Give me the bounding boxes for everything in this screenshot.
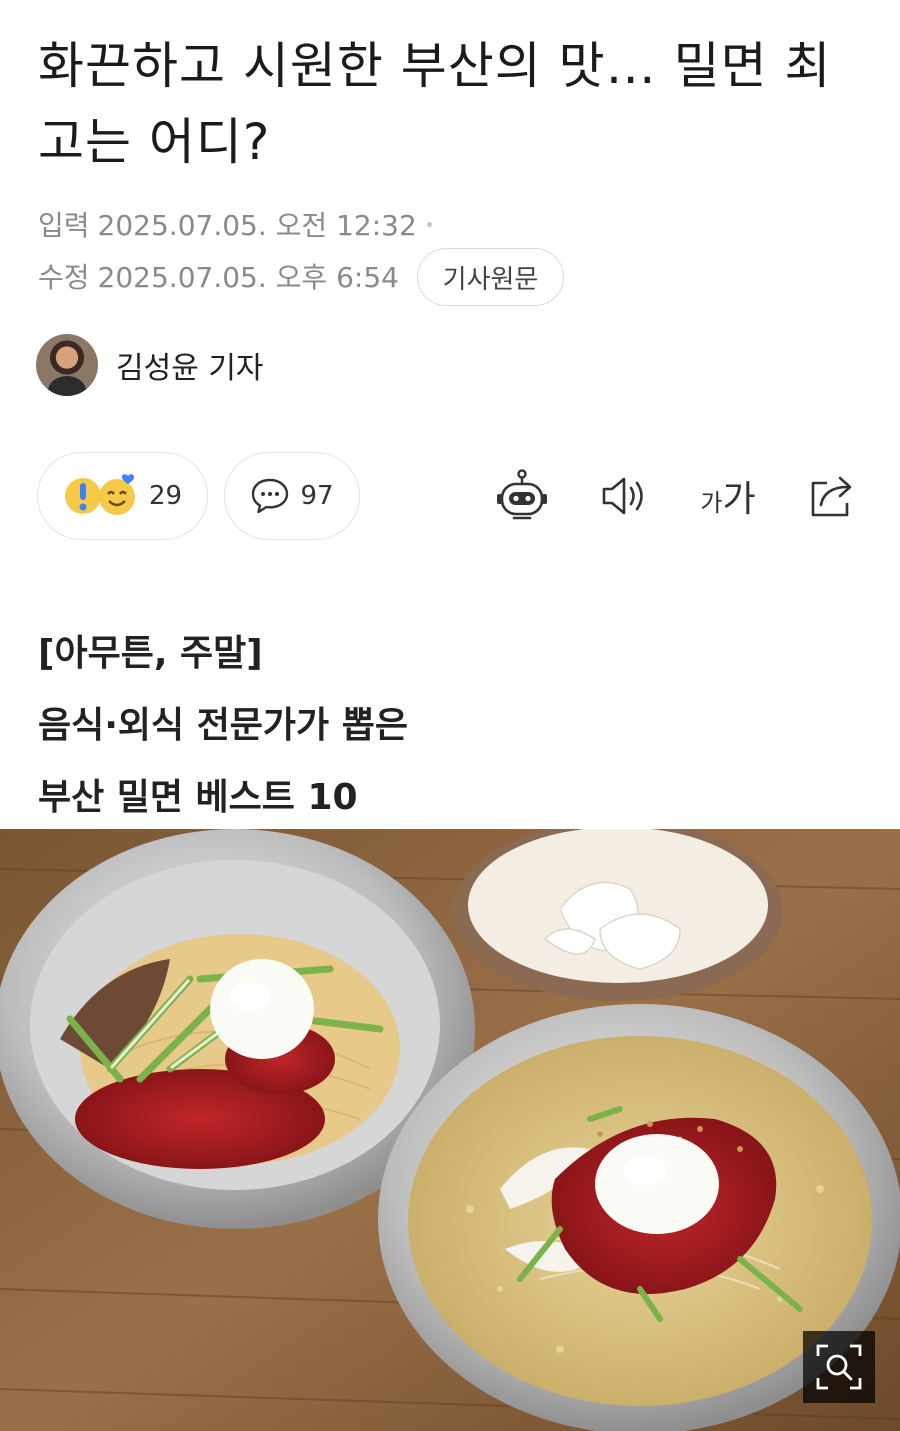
comments-count: 97 xyxy=(300,481,334,511)
article-headline: 화끈하고 시원한 부산의 맛… 밀면 최고는 어디? xyxy=(38,37,832,171)
font-small-glyph: 가 xyxy=(700,489,723,517)
published-date: 입력 2025.07.05. 오전 12:32 xyxy=(38,204,432,244)
zoom-icon xyxy=(816,1344,862,1390)
font-big-glyph: 가 xyxy=(722,479,756,520)
subhead-line: 부산 밀면 베스트 10 xyxy=(38,777,358,818)
naengmyeon-photo-illustration xyxy=(0,829,900,1431)
modified-value: 2025.07.05. 오후 6:54 xyxy=(97,261,399,294)
published-value: 2025.07.05. 오전 12:32 xyxy=(97,209,417,242)
subhead-line: [아무튼, 주말] xyxy=(38,633,263,674)
original-article-button[interactable]: 기사원문 xyxy=(417,248,564,306)
font-size-button[interactable]: 가가 xyxy=(694,462,762,530)
photo-zoom-button[interactable] xyxy=(803,1331,875,1403)
modified-label: 수정 xyxy=(38,261,90,294)
comments-button[interactable]: 97 xyxy=(224,452,360,540)
share-icon xyxy=(811,476,852,517)
reporter-name[interactable]: 김성윤 기자 xyxy=(116,343,264,387)
article-photo[interactable] xyxy=(0,829,900,1431)
article-subhead: [아무튼, 주말] 음식·외식 전문가가 뽑은 부산 밀면 베스트 10 xyxy=(38,618,408,834)
subhead-line: 음식·외식 전문가가 뽑은 xyxy=(38,705,408,746)
share-button[interactable] xyxy=(798,462,866,530)
font-size-icon: 가가 xyxy=(700,470,755,522)
love-emoji-icon xyxy=(98,474,135,515)
reporter-avatar[interactable] xyxy=(36,334,98,396)
reporter-info[interactable]: 김성윤 기자 xyxy=(36,334,264,396)
modified-date: 수정 2025.07.05. 오후 6:54 xyxy=(38,256,399,296)
separator-dot xyxy=(426,221,432,227)
reaction-emojis xyxy=(63,474,139,518)
robot-icon xyxy=(497,469,547,520)
ai-summary-button[interactable] xyxy=(488,462,556,530)
reactions-button[interactable]: 29 xyxy=(37,452,208,540)
comment-icon xyxy=(252,478,289,514)
reactions-count: 29 xyxy=(148,481,183,511)
published-label: 입력 xyxy=(38,209,90,242)
listen-button[interactable] xyxy=(590,462,658,530)
speaker-icon xyxy=(602,477,643,515)
